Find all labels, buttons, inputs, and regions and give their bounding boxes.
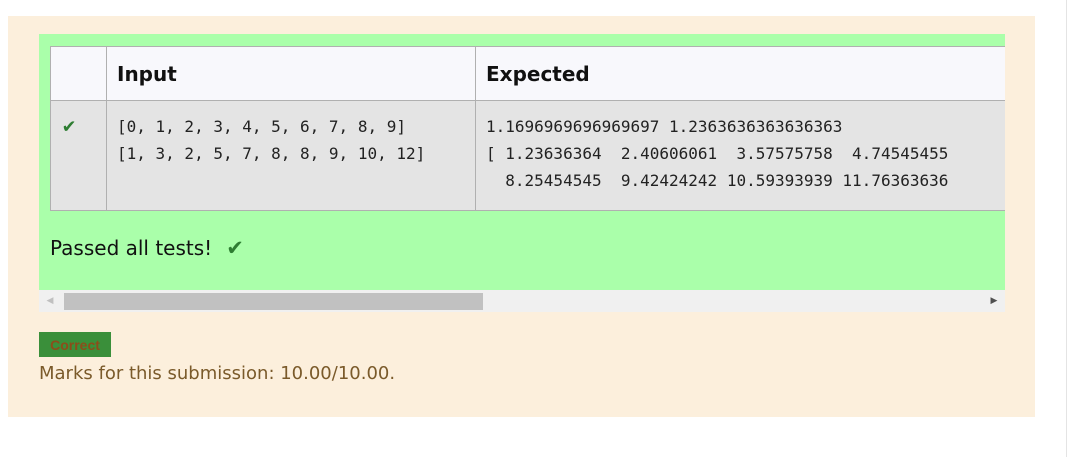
check-icon: ✔ — [63, 113, 76, 137]
expected-cell: 1.1696969696969697 1.2363636363636363 [ … — [475, 100, 1005, 211]
test-results-area: Input Expected ✔ [0, 1, 2, 3, 4, 5, 6, 7… — [39, 34, 1005, 290]
scrollbar-thumb[interactable] — [64, 293, 483, 310]
passed-text: Passed all tests! — [50, 236, 213, 260]
results-table: Input Expected ✔ [0, 1, 2, 3, 4, 5, 6, 7… — [50, 46, 1005, 211]
expected-column-header: Expected — [475, 46, 1005, 101]
table-header-row: Input Expected — [50, 46, 1005, 101]
page-scrollbar[interactable] — [1066, 0, 1087, 457]
status-column-header — [50, 46, 107, 101]
input-value: [0, 1, 2, 3, 4, 5, 6, 7, 8, 9] [1, 3, 2,… — [117, 117, 426, 163]
correct-badge: Correct — [39, 332, 111, 357]
scroll-left-arrow-icon[interactable]: ◀ — [39, 290, 61, 312]
table-row: ✔ [0, 1, 2, 3, 4, 5, 6, 7, 8, 9] [1, 3, … — [50, 100, 1005, 211]
check-icon: ✔ — [226, 235, 244, 260]
feedback-panel: Input Expected ✔ [0, 1, 2, 3, 4, 5, 6, 7… — [8, 16, 1035, 417]
expected-value: 1.1696969696969697 1.2363636363636363 [ … — [486, 117, 949, 190]
input-cell: [0, 1, 2, 3, 4, 5, 6, 7, 8, 9] [1, 3, 2,… — [106, 100, 476, 211]
status-cell: ✔ — [50, 100, 107, 211]
passed-all-tests-message: Passed all tests! ✔ — [50, 236, 244, 260]
horizontal-scrollbar[interactable]: ◀ ▶ — [39, 290, 1005, 312]
input-column-header: Input — [106, 46, 476, 101]
scroll-right-arrow-icon[interactable]: ▶ — [983, 290, 1005, 312]
marks-text: Marks for this submission: 10.00/10.00. — [39, 363, 396, 384]
